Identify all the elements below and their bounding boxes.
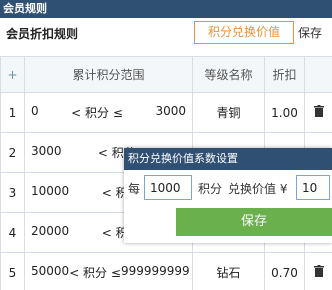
trash-icon[interactable] [313,105,324,117]
points-input[interactable] [144,175,192,200]
dialog-title: 积分兑换价值系数设置 [124,148,332,170]
exchange-value-button[interactable]: 积分兑换价值 [194,21,294,44]
col-header-discount: 折扣 [264,56,305,93]
range-cell: 50000 < 积分 ≤ 999999999 [24,252,193,290]
range-max[interactable]: 3000 [155,104,186,121]
level-name[interactable]: 青铜 [192,92,265,133]
delete-cell [304,252,332,290]
worth-input[interactable] [296,175,330,200]
level-name[interactable]: 钻石 [192,252,265,290]
window-title: 会员规则 [0,0,332,18]
col-header-actions [304,56,332,93]
save-button[interactable]: 保存 [298,24,322,41]
discount-value[interactable]: 1.00 [264,92,305,133]
per-label: 每 [128,182,141,196]
discount-value[interactable]: 0.70 [264,252,305,290]
range-min[interactable]: 3000 [31,144,62,161]
range-max[interactable]: 999999999 [121,264,190,281]
points-unit-label: 积分 [198,182,223,196]
table-row: 5 50000 < 积分 ≤ 999999999 钻石 0.70 [0,252,332,290]
row-number: 4 [0,212,25,253]
col-header-level: 等级名称 [192,56,265,93]
delete-cell [304,92,332,133]
page-title: 会员折扣规则 [6,27,79,41]
subheader: 会员折扣规则 积分兑换价值 保存 [0,18,332,50]
col-header-range: 累计积分范围 [24,56,193,93]
table-row: 1 0 < 积分 ≤ 3000 青铜 1.00 [0,92,332,133]
range-min[interactable]: 10000 [31,184,69,201]
range-connector: < 积分 ≤ [71,106,123,120]
dialog-save-button[interactable]: 保存 [176,208,332,236]
trash-icon[interactable] [313,265,324,277]
add-row-button[interactable]: + [0,56,25,93]
table-header-row: + 累计积分范围 等级名称 折扣 [0,56,332,93]
worth-label: 兑换价值 ¥ [228,182,288,196]
range-min[interactable]: 20000 [31,224,69,241]
range-connector: < 积分 ≤ [69,266,121,280]
range-cell: 0 < 积分 ≤ 3000 [24,92,193,133]
row-number: 5 [0,252,25,290]
dialog-body: 每 积分 兑换价值 ¥ 保存 [124,170,332,243]
exchange-value-dialog: 积分兑换价值系数设置 每 积分 兑换价值 ¥ 保存 [124,148,332,243]
range-min[interactable]: 0 [31,104,39,121]
range-min[interactable]: 50000 [31,264,69,281]
row-number: 2 [0,132,25,173]
row-number: 3 [0,172,25,213]
row-number: 1 [0,92,25,133]
